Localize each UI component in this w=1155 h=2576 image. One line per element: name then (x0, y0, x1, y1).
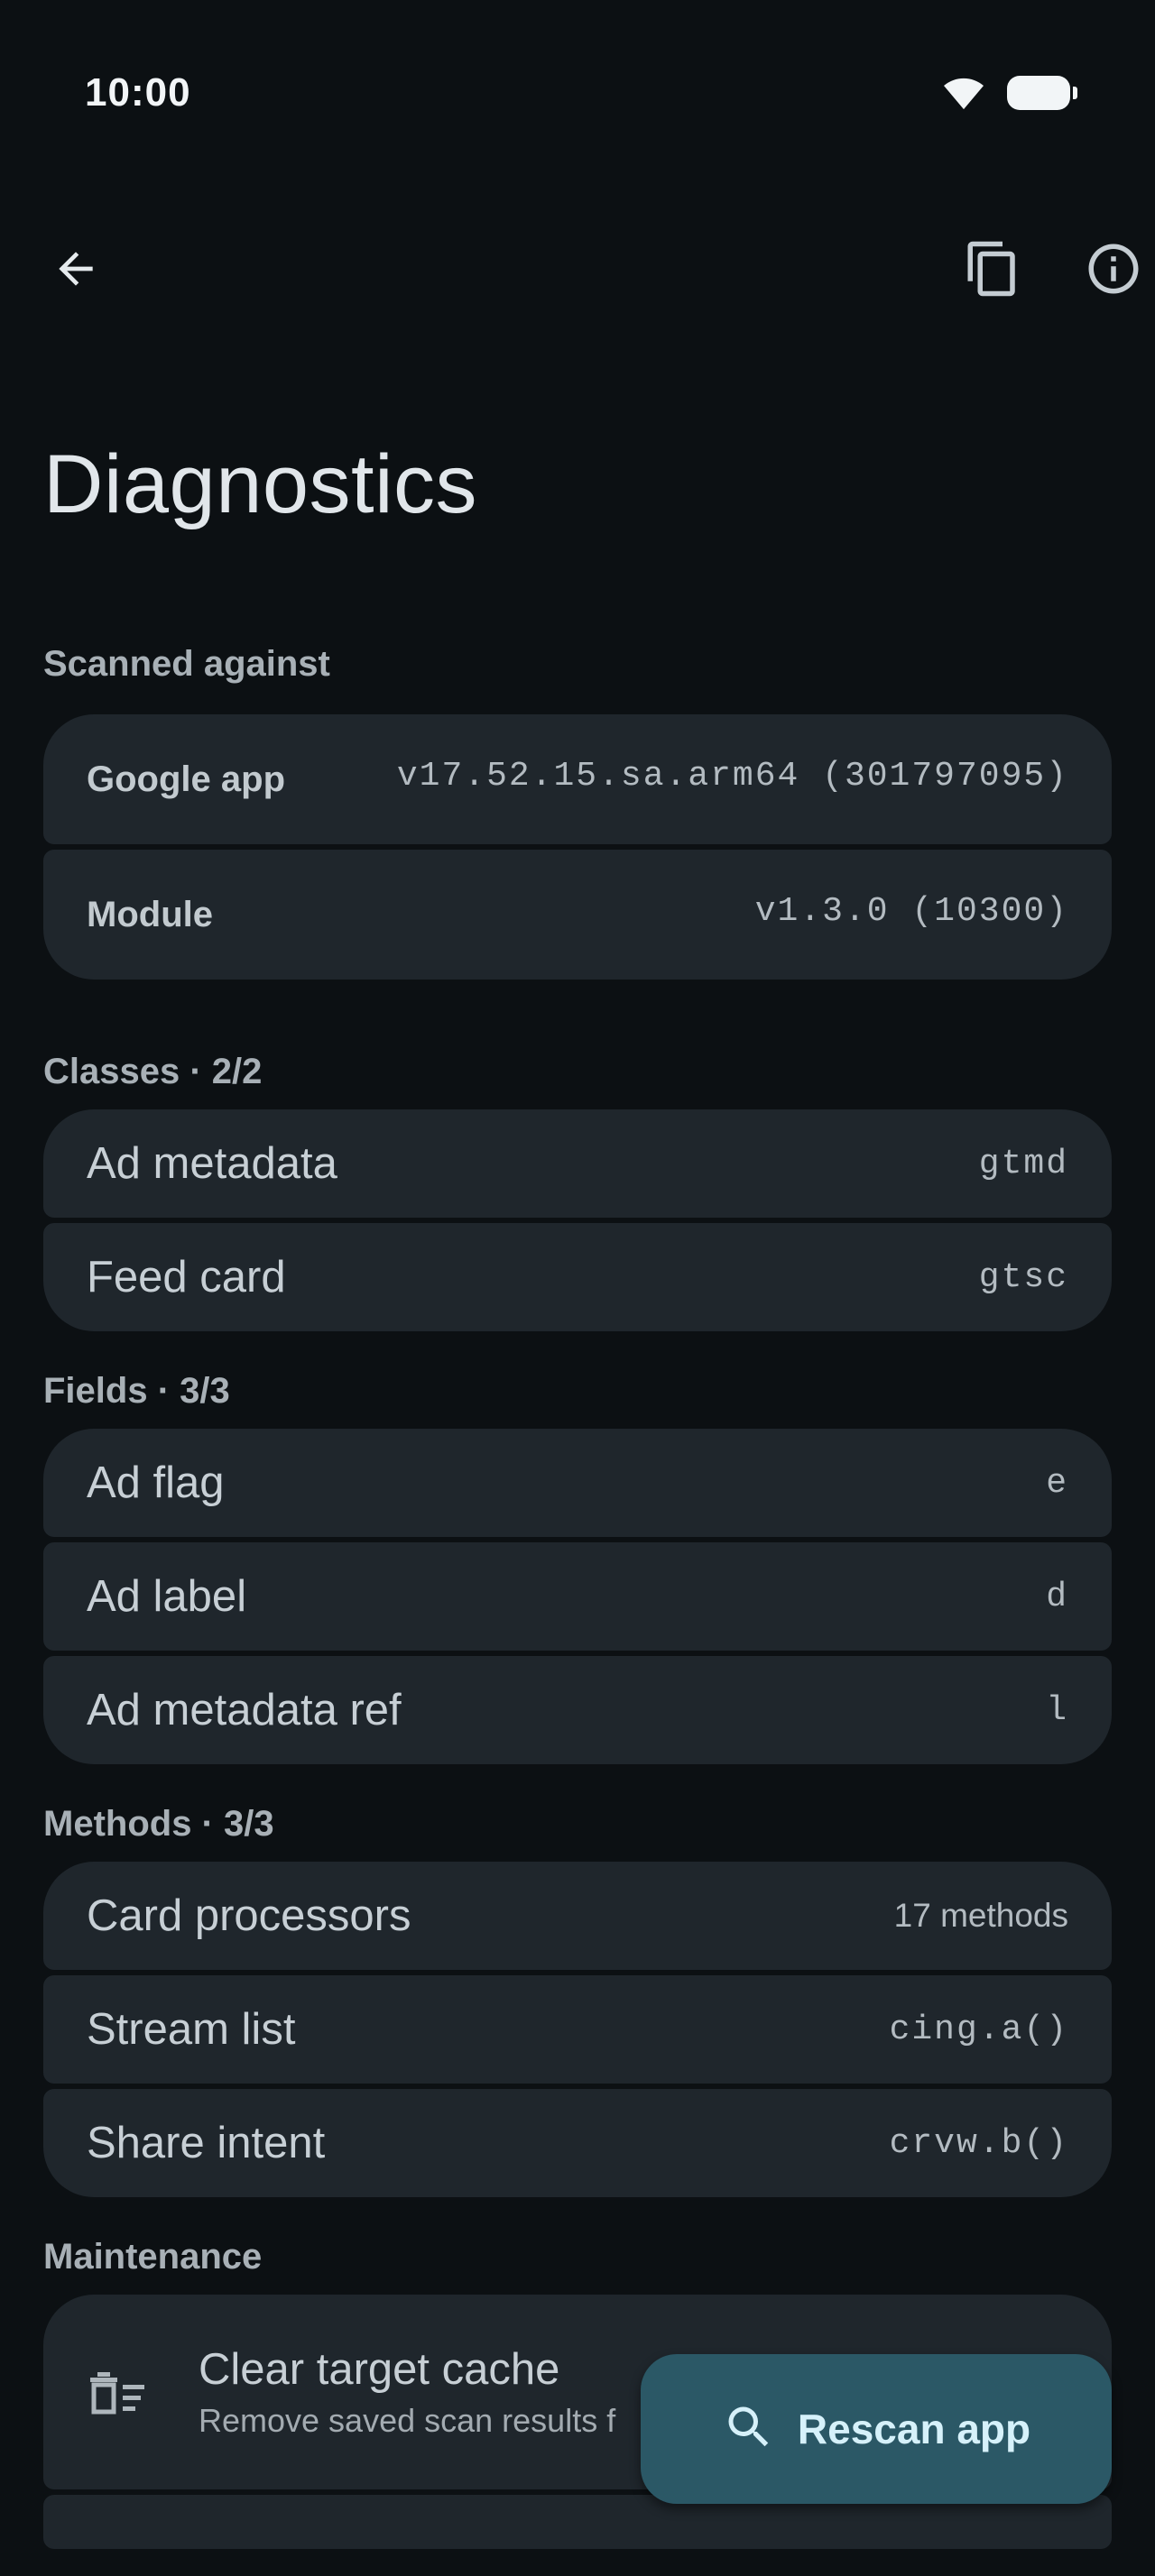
copy-icon (963, 237, 1022, 305)
back-button[interactable] (31, 225, 121, 316)
list-item-module: Module v1.3.0 (10300) (43, 850, 1112, 980)
section-label-methods: Methods · 3/3 (43, 1804, 274, 1844)
list-item-google-app: Google app v17.52.15.sa.arm64 (301797095… (43, 714, 1112, 844)
scanned-group: Google app v17.52.15.sa.arm64 (301797095… (43, 714, 1112, 980)
row-label: Feed card (87, 1253, 286, 1302)
row-label: Stream list (87, 2005, 296, 2054)
row-value: l (1046, 1690, 1068, 1730)
section-label-fields: Fields · 3/3 (43, 1371, 230, 1411)
row-label: Card processors (87, 1891, 411, 1940)
rescan-app-label: Rescan app (797, 2406, 1031, 2452)
page-title: Diagnostics (43, 438, 478, 530)
delete-sweep-icon (87, 2351, 168, 2433)
methods-group: Card processors 17 methods Stream list c… (43, 1862, 1112, 2197)
list-item-ad-flag: Ad flag e (43, 1429, 1112, 1537)
row-label: Google app (87, 759, 285, 799)
clear-cache-texts: Clear target cache Remove saved scan res… (199, 2344, 615, 2440)
top-app-bar (0, 216, 1155, 325)
battery-icon (1007, 76, 1077, 110)
search-icon (722, 2400, 776, 2459)
row-value: cing.a() (889, 2010, 1068, 2049)
row-label: Share intent (87, 2119, 326, 2167)
info-button[interactable] (1068, 225, 1155, 316)
classes-group: Ad metadata gtmd Feed card gtsc (43, 1109, 1112, 1331)
clear-cache-title: Clear target cache (199, 2345, 560, 2394)
back-arrow-icon (51, 244, 101, 299)
clear-cache-subtitle: Remove saved scan results f (199, 2402, 616, 2439)
section-label-maintenance: Maintenance (43, 2237, 263, 2277)
list-item-ad-metadata-ref: Ad metadata ref l (43, 1656, 1112, 1764)
row-label: Ad label (87, 1572, 247, 1621)
row-label: Ad metadata ref (87, 1686, 402, 1734)
row-value: gtmd (978, 1144, 1068, 1183)
list-item-share-intent: Share intent crvw.b() (43, 2089, 1112, 2197)
rescan-app-button[interactable]: Rescan app (641, 2354, 1112, 2504)
row-label: Module (87, 894, 213, 934)
row-value: 17 methods (893, 1897, 1068, 1934)
info-icon (1084, 239, 1143, 303)
list-item-ad-label: Ad label d (43, 1542, 1112, 1651)
status-time: 10:00 (85, 70, 191, 115)
section-label-classes: Classes · 2/2 (43, 1052, 263, 1091)
copy-button[interactable] (947, 225, 1038, 316)
row-value: crvw.b() (889, 2123, 1068, 2163)
row-value: e (1046, 1463, 1068, 1503)
row-label: Ad metadata (87, 1139, 337, 1188)
status-bar: 10:00 (0, 0, 1155, 180)
list-item-stream-list: Stream list cing.a() (43, 1975, 1112, 2084)
row-value: d (1046, 1577, 1068, 1616)
row-value: gtsc (978, 1257, 1068, 1297)
section-label-scanned: Scanned against (43, 644, 330, 684)
wifi-icon (940, 75, 987, 111)
row-label: Ad flag (87, 1458, 225, 1507)
list-item-card-processors: Card processors 17 methods (43, 1862, 1112, 1970)
row-value: v17.52.15.sa.arm64 (301797095) (396, 756, 1068, 796)
list-item-ad-metadata: Ad metadata gtmd (43, 1109, 1112, 1218)
fields-group: Ad flag e Ad label d Ad metadata ref l (43, 1429, 1112, 1764)
list-item-feed-card: Feed card gtsc (43, 1223, 1112, 1331)
row-value: v1.3.0 (10300) (754, 891, 1068, 931)
status-icons (940, 70, 1077, 115)
